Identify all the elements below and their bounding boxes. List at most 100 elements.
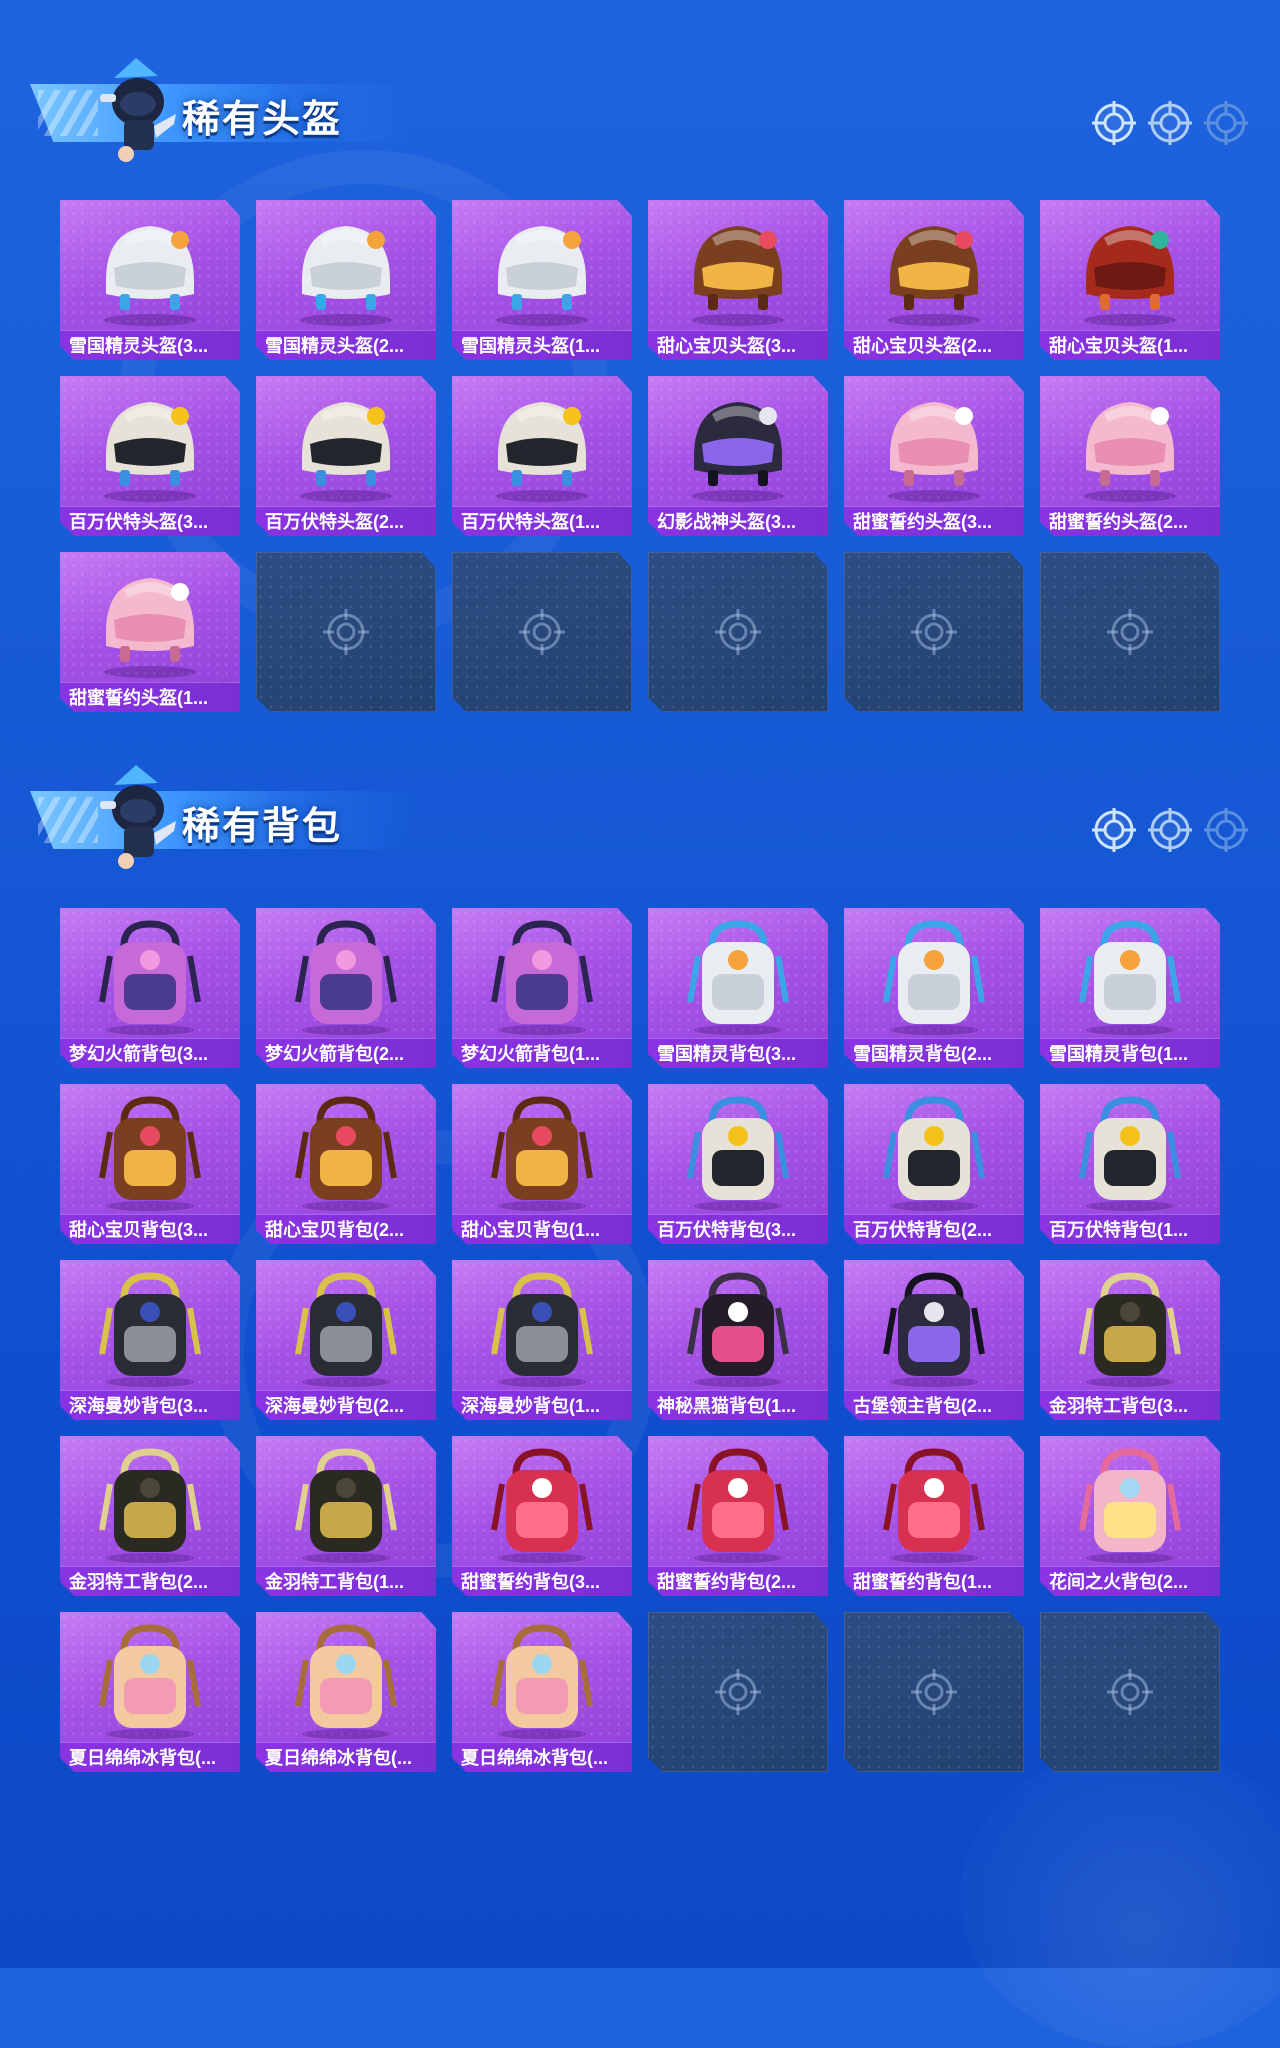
- helmet-image: [300, 402, 392, 502]
- backpack-image: [491, 1624, 593, 1739]
- helmet-image: [1084, 402, 1176, 502]
- header-stripe: [38, 797, 98, 843]
- crosshair-icon: [911, 609, 957, 655]
- helmet-item-card[interactable]: 甜心宝贝头盔(1...: [1040, 200, 1220, 360]
- backpack-item-card[interactable]: 金羽特工背包(3...: [1040, 1260, 1220, 1420]
- helmet-image: [496, 402, 588, 502]
- item-label: 雪国精灵背包(1...: [1040, 1038, 1220, 1068]
- item-label: 夏日绵绵冰背包(...: [60, 1742, 240, 1772]
- backpack-item-card[interactable]: 古堡领主背包(2...: [844, 1260, 1024, 1420]
- backpack-item-card[interactable]: 雪国精灵背包(1...: [1040, 908, 1220, 1068]
- item-label: 甜心宝贝背包(3...: [60, 1214, 240, 1244]
- crosshair-icon: [1092, 101, 1136, 145]
- item-label: 百万伏特头盔(1...: [452, 506, 632, 536]
- item-label: 梦幻火箭背包(2...: [256, 1038, 436, 1068]
- backpack-item-card[interactable]: 夏日绵绵冰背包(...: [60, 1612, 240, 1772]
- helmet-item-card[interactable]: 幻影战神头盔(3...: [648, 376, 828, 536]
- empty-slot: [256, 552, 436, 712]
- backpack-item-card[interactable]: 夏日绵绵冰背包(...: [452, 1612, 632, 1772]
- helmet-item-card[interactable]: 甜蜜誓约头盔(3...: [844, 376, 1024, 536]
- backpack-item-card[interactable]: 甜心宝贝背包(3...: [60, 1084, 240, 1244]
- item-label: 甜心宝贝背包(1...: [452, 1214, 632, 1244]
- parachute-decoration: [960, 1748, 1280, 2048]
- item-label: 金羽特工背包(3...: [1040, 1390, 1220, 1420]
- backpack-item-card[interactable]: 夏日绵绵冰背包(...: [256, 1612, 436, 1772]
- helmet-item-card[interactable]: 雪国精灵头盔(1...: [452, 200, 632, 360]
- item-label: 深海曼妙背包(3...: [60, 1390, 240, 1420]
- item-label: 夏日绵绵冰背包(...: [452, 1742, 632, 1772]
- helmet-image: [300, 226, 392, 326]
- backpack-item-card[interactable]: 百万伏特背包(2...: [844, 1084, 1024, 1244]
- item-label: 深海曼妙背包(1...: [452, 1390, 632, 1420]
- item-label: 花间之火背包(2...: [1040, 1566, 1220, 1596]
- item-label: 金羽特工背包(1...: [256, 1566, 436, 1596]
- backpack-item-card[interactable]: 梦幻火箭背包(3...: [60, 908, 240, 1068]
- backpack-item-card[interactable]: 甜蜜誓约背包(1...: [844, 1436, 1024, 1596]
- backpack-image: [295, 1448, 397, 1563]
- backpack-item-card[interactable]: 金羽特工背包(1...: [256, 1436, 436, 1596]
- item-label: 梦幻火箭背包(3...: [60, 1038, 240, 1068]
- item-label: 百万伏特背包(1...: [1040, 1214, 1220, 1244]
- section-title: 稀有头盔: [182, 99, 343, 141]
- backpack-item-card[interactable]: 深海曼妙背包(2...: [256, 1260, 436, 1420]
- section-header: 稀有背包: [30, 765, 430, 869]
- section-title: 稀有背包: [182, 806, 343, 848]
- helmet-image: [104, 226, 196, 326]
- backpack-item-card[interactable]: 百万伏特背包(1...: [1040, 1084, 1220, 1244]
- backpack-item-card[interactable]: 雪国精灵背包(2...: [844, 908, 1024, 1068]
- crosshair-icon: [519, 609, 565, 655]
- backpack-item-card[interactable]: 梦幻火箭背包(1...: [452, 908, 632, 1068]
- backpack-item-card[interactable]: 百万伏特背包(3...: [648, 1084, 828, 1244]
- item-label: 甜蜜誓约头盔(1...: [60, 682, 240, 712]
- item-label: 雪国精灵头盔(1...: [452, 330, 632, 360]
- crosshair-icon: [1107, 1669, 1153, 1715]
- backpack-image: [99, 1624, 201, 1739]
- item-label: 雪国精灵头盔(2...: [256, 330, 436, 360]
- helmet-image: [888, 226, 980, 326]
- backpack-image: [99, 1448, 201, 1563]
- backpack-image: [1079, 920, 1181, 1035]
- section-header: 稀有头盔: [30, 58, 430, 162]
- backpack-item-card[interactable]: 甜心宝贝背包(1...: [452, 1084, 632, 1244]
- helmet-item-card[interactable]: 甜心宝贝头盔(2...: [844, 200, 1024, 360]
- backpack-item-card[interactable]: 梦幻火箭背包(2...: [256, 908, 436, 1068]
- empty-slot: [1040, 1612, 1220, 1772]
- helmet-item-card[interactable]: 百万伏特头盔(1...: [452, 376, 632, 536]
- item-label: 甜蜜誓约背包(2...: [648, 1566, 828, 1596]
- helmet-item-card[interactable]: 雪国精灵头盔(2...: [256, 200, 436, 360]
- backpack-image: [883, 1448, 985, 1563]
- crosshair-icon: [1204, 101, 1248, 145]
- backpack-item-card[interactable]: 甜蜜誓约背包(2...: [648, 1436, 828, 1596]
- backpack-item-card[interactable]: 花间之火背包(2...: [1040, 1436, 1220, 1596]
- helmet-item-card[interactable]: 百万伏特头盔(2...: [256, 376, 436, 536]
- item-label: 神秘黑猫背包(1...: [648, 1390, 828, 1420]
- backpack-item-card[interactable]: 金羽特工背包(2...: [60, 1436, 240, 1596]
- item-label: 甜心宝贝头盔(2...: [844, 330, 1024, 360]
- backpack-image: [883, 920, 985, 1035]
- backpack-item-card[interactable]: 雪国精灵背包(3...: [648, 908, 828, 1068]
- backpack-item-card[interactable]: 深海曼妙背包(3...: [60, 1260, 240, 1420]
- helmet-item-card[interactable]: 甜蜜誓约头盔(1...: [60, 552, 240, 712]
- backpack-image: [491, 1272, 593, 1387]
- helmet-image: [1084, 226, 1176, 326]
- item-label: 甜蜜誓约头盔(3...: [844, 506, 1024, 536]
- item-label: 雪国精灵背包(3...: [648, 1038, 828, 1068]
- empty-slot: [1040, 552, 1220, 712]
- backpack-image: [883, 1096, 985, 1211]
- item-label: 雪国精灵头盔(3...: [60, 330, 240, 360]
- backpack-image: [883, 1272, 985, 1387]
- backpack-item-card[interactable]: 甜蜜誓约背包(3...: [452, 1436, 632, 1596]
- backpack-item-card[interactable]: 甜心宝贝背包(2...: [256, 1084, 436, 1244]
- helmet-item-card[interactable]: 百万伏特头盔(3...: [60, 376, 240, 536]
- backpack-image: [687, 1096, 789, 1211]
- helmet-item-card[interactable]: 雪国精灵头盔(3...: [60, 200, 240, 360]
- backpack-item-card[interactable]: 神秘黑猫背包(1...: [648, 1260, 828, 1420]
- item-label: 百万伏特背包(2...: [844, 1214, 1024, 1244]
- helmet-image: [888, 402, 980, 502]
- helmet-item-card[interactable]: 甜蜜誓约头盔(2...: [1040, 376, 1220, 536]
- item-label: 甜心宝贝头盔(1...: [1040, 330, 1220, 360]
- helmet-item-card[interactable]: 甜心宝贝头盔(3...: [648, 200, 828, 360]
- backpack-item-card[interactable]: 深海曼妙背包(1...: [452, 1260, 632, 1420]
- crosshair-icon: [1092, 808, 1136, 852]
- crosshair-icon: [1148, 808, 1192, 852]
